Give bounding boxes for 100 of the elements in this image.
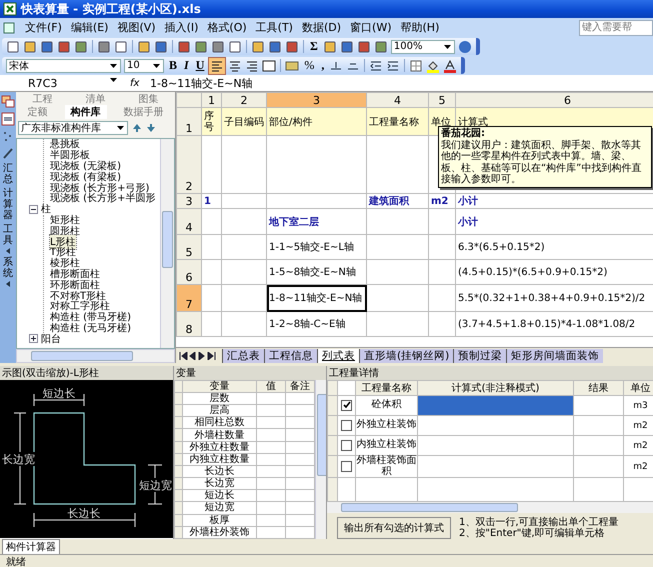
vertical-scrollbar[interactable] xyxy=(160,139,174,348)
tree-item[interactable]: 现浇板 (长方形+半圆形 xyxy=(50,191,156,206)
increase-indent-icon[interactable] xyxy=(386,58,400,72)
menu-item[interactable]: 格式(O) xyxy=(207,20,247,35)
panel-icon[interactable] xyxy=(1,112,15,126)
row-header[interactable]: 4 xyxy=(176,208,202,234)
autosum-button[interactable]: Σ xyxy=(308,39,320,54)
panel-tab[interactable]: 构件库 xyxy=(64,104,106,118)
table-cell: 单位 xyxy=(431,116,451,128)
fill-color-icon[interactable] xyxy=(426,58,440,72)
table-cell: 部位/构件 xyxy=(269,116,312,128)
column-header[interactable]: 3 xyxy=(266,92,366,108)
panel-tab[interactable]: 定额 xyxy=(22,104,54,118)
panel-tab[interactable]: 图集 xyxy=(132,92,164,106)
italic-button[interactable]: I xyxy=(182,58,191,73)
formula-cell[interactable] xyxy=(418,436,574,456)
column-header[interactable]: 1 xyxy=(202,92,222,108)
font-size-dropdown[interactable]: 10 xyxy=(124,58,164,72)
column-header[interactable]: 4 xyxy=(366,92,428,108)
panel-tab[interactable]: 工程 xyxy=(26,92,58,106)
side-toolbar-button[interactable]: 计算器 xyxy=(3,188,13,221)
column-header[interactable]: 6 xyxy=(456,92,653,108)
align-left-icon[interactable] xyxy=(209,58,226,74)
row-header[interactable]: 5 xyxy=(176,234,202,260)
menu-item[interactable]: 编辑(E) xyxy=(70,20,108,35)
library-dropdown[interactable]: 广东非标准构件库 xyxy=(18,121,128,135)
row-header[interactable]: 1 xyxy=(176,108,202,136)
bold-button[interactable]: B xyxy=(167,58,180,73)
panel-tab[interactable]: 数据手册 xyxy=(118,104,170,118)
side-toolbar-button[interactable]: 工具 xyxy=(3,224,13,254)
menu-item[interactable]: 帮助(H) xyxy=(400,20,440,35)
menu-item[interactable]: 数据(D) xyxy=(302,20,342,35)
table-cell: 1-2~8轴-C~E轴 xyxy=(269,319,346,330)
sheet-tab[interactable]: 列式表 xyxy=(317,348,359,362)
panel-tab[interactable]: 构件计算器 xyxy=(2,539,60,554)
row-header[interactable]: 3 xyxy=(176,194,202,208)
table-cell: 小计 xyxy=(458,196,478,207)
side-toolbar-button[interactable]: 系统 xyxy=(3,257,13,287)
row-header[interactable]: 6 xyxy=(176,260,202,284)
sheet-tab[interactable]: 工程信息 xyxy=(264,348,317,362)
name-box[interactable]: R7C3 xyxy=(0,76,120,90)
vertical-scrollbar[interactable] xyxy=(315,380,326,539)
underline-button[interactable]: U xyxy=(194,58,206,73)
menu-item[interactable]: 窗口(W) xyxy=(350,20,392,35)
dropdown-arrow-icon[interactable] xyxy=(442,44,452,50)
menu-item[interactable]: 插入(I) xyxy=(164,20,198,35)
table-cell: 外墙柱外装饰 xyxy=(190,526,250,538)
table-cell: 层数 xyxy=(210,393,230,404)
row-header[interactable]: 7 xyxy=(176,284,202,312)
output-button[interactable]: 输出所有勾选的计算式 xyxy=(337,517,451,539)
decrease-indent-icon[interactable] xyxy=(369,58,384,72)
expand-icon[interactable] xyxy=(29,334,38,344)
font-dropdown[interactable]: 宋体 xyxy=(6,58,121,72)
column-header[interactable]: 2 xyxy=(222,92,266,108)
row-header[interactable]: 2 xyxy=(176,136,202,194)
column-header: 变量 xyxy=(210,381,230,392)
dropdown-arrow-icon[interactable] xyxy=(116,125,125,131)
sheet-tab[interactable]: 预制过梁 xyxy=(453,348,506,362)
help-icon[interactable] xyxy=(458,40,472,54)
horizontal-scrollbar[interactable] xyxy=(16,349,175,363)
formula-field[interactable]: 1-8~11轴交-E~N轴 xyxy=(150,76,653,90)
table-cell: 小计 xyxy=(458,216,478,228)
sheet-tab[interactable]: 汇总表 xyxy=(222,348,264,362)
row-header[interactable]: 8 xyxy=(176,312,202,336)
spreadsheet-icon xyxy=(3,2,17,16)
side-toolbar-button[interactable]: 汇总 xyxy=(3,163,13,185)
down-arrow-icon[interactable] xyxy=(146,123,156,133)
checkbox[interactable] xyxy=(341,460,352,472)
horizontal-scrollbar[interactable] xyxy=(327,502,653,513)
menu-item[interactable]: 工具(T) xyxy=(256,20,293,35)
help-search-field[interactable]: 键入需要帮 xyxy=(579,20,653,36)
panel-tab[interactable]: 清单 xyxy=(80,92,112,106)
font-color-icon[interactable] xyxy=(443,58,458,72)
table-cell: 长边长 xyxy=(204,466,234,478)
comma-button[interactable]: , xyxy=(319,58,326,73)
borders-icon[interactable] xyxy=(409,58,424,72)
dropdown-arrow-icon[interactable] xyxy=(152,62,161,68)
tree-item[interactable]: 矩形柱 xyxy=(50,212,80,227)
panel-title: 示图(双击缩放)-L形柱 xyxy=(0,366,173,380)
tree-item[interactable]: 柱 xyxy=(41,202,51,216)
column-header[interactable]: 5 xyxy=(428,92,456,108)
formula-cell[interactable] xyxy=(418,456,574,478)
windows-icon[interactable] xyxy=(1,95,15,109)
formula-cell[interactable] xyxy=(418,396,574,416)
dimension-label: 长边长 xyxy=(68,507,100,520)
checkbox[interactable] xyxy=(341,420,352,431)
checkbox[interactable] xyxy=(341,400,352,411)
table-cell: 子目编码 xyxy=(224,116,264,128)
align-right-icon[interactable] xyxy=(245,58,260,72)
checkbox[interactable] xyxy=(341,440,352,451)
menu-item[interactable]: 文件(F) xyxy=(25,20,62,35)
percent-button[interactable]: % xyxy=(302,58,316,73)
formula-cell[interactable] xyxy=(418,416,574,436)
sheet-tab[interactable]: 直形墙(挂钢丝网) xyxy=(359,348,454,362)
align-center-icon[interactable] xyxy=(228,58,242,72)
collapse-icon[interactable] xyxy=(29,204,38,214)
up-arrow-icon[interactable] xyxy=(132,123,142,133)
menu-item[interactable]: 视图(V) xyxy=(117,20,156,35)
sheet-tab[interactable]: 矩形房间墙面装饰 xyxy=(506,348,604,362)
zoom-dropdown[interactable]: 100% xyxy=(390,40,455,54)
